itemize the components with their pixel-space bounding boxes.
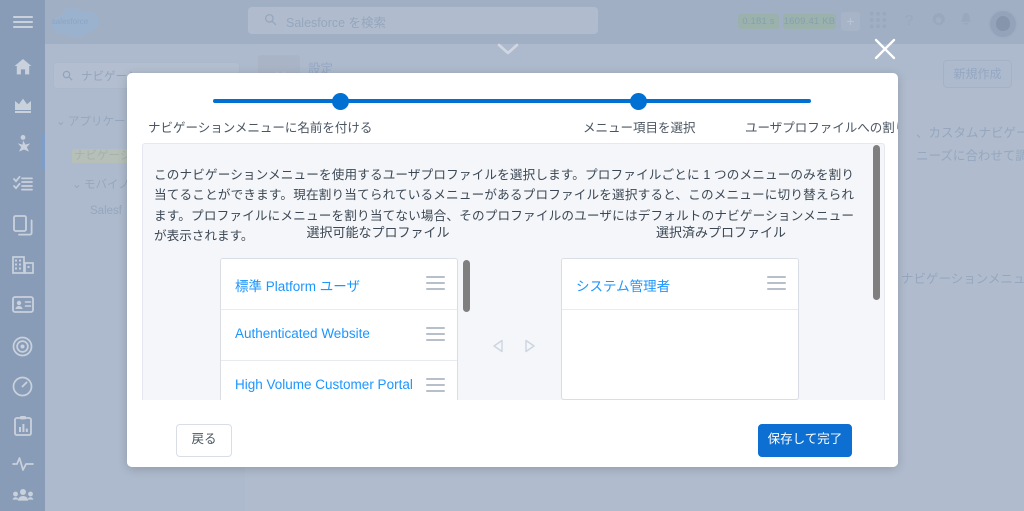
step-marker-2[interactable]: [630, 93, 647, 110]
back-button[interactable]: 戻る: [176, 424, 232, 457]
list-item-label: 標準 Platform ユーザ: [235, 279, 360, 294]
dueling-picklist: 選択可能なプロファイル 選択済みプロファイル 標準 Platform ユーザ A…: [143, 222, 884, 401]
list-item-label: システム管理者: [576, 279, 671, 294]
list-item[interactable]: High Volume Customer Portal: [221, 361, 457, 401]
available-profiles-listbox[interactable]: 標準 Platform ユーザ Authenticated Website Hi…: [220, 258, 458, 401]
move-left-button[interactable]: [491, 338, 507, 359]
modal-footer: 戻る 保存して完了: [127, 400, 898, 467]
close-icon[interactable]: [872, 36, 898, 62]
step-label-2[interactable]: メニュー項目を選択: [583, 117, 696, 136]
list-item-label: High Volume Customer Portal: [235, 377, 413, 392]
step-marker-1[interactable]: [332, 93, 349, 110]
drag-handle-icon[interactable]: [767, 276, 786, 290]
modal-body: このナビゲーションメニューを使用するユーザプロファイルを選択します。プロファイル…: [142, 143, 885, 402]
drag-handle-icon[interactable]: [426, 378, 445, 392]
drag-handle-icon[interactable]: [426, 327, 445, 341]
available-profiles-heading: 選択可能なプロファイル: [306, 225, 450, 240]
transfer-controls: [491, 338, 553, 356]
list-item[interactable]: システム管理者: [562, 259, 798, 310]
list-item[interactable]: Authenticated Website: [221, 310, 457, 361]
modal-scrollbar-thumb[interactable]: [873, 145, 880, 300]
selected-profiles-heading: 選択済みプロファイル: [655, 225, 786, 240]
step-label-1[interactable]: ナビゲーションメニューに名前を付ける: [148, 117, 372, 136]
selected-profiles-listbox[interactable]: システム管理者: [561, 258, 799, 400]
navigation-menu-wizard-modal: ナビゲーションメニューに名前を付ける メニュー項目を選択 ユーザプロファイルへの…: [127, 73, 898, 467]
available-list-scrollbar[interactable]: [463, 260, 470, 312]
drag-handle-icon[interactable]: [426, 276, 445, 290]
wizard-progress-indicator: ナビゲーションメニューに名前を付ける メニュー項目を選択 ユーザプロファイルへの…: [127, 73, 898, 143]
list-item[interactable]: 標準 Platform ユーザ: [221, 259, 457, 310]
move-right-button[interactable]: [521, 338, 537, 359]
list-item-label: Authenticated Website: [235, 326, 370, 341]
step-label-3[interactable]: ユーザプロファイルへの割り当: [745, 117, 898, 136]
save-and-finish-button[interactable]: 保存して完了: [758, 424, 852, 457]
progress-track: [213, 99, 811, 103]
